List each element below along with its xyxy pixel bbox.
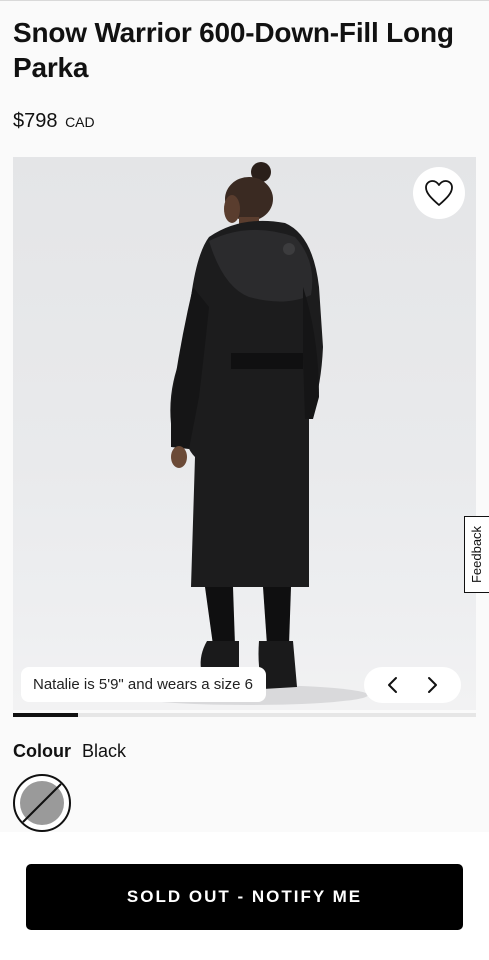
heart-icon xyxy=(425,180,453,206)
product-photo-model xyxy=(128,162,368,705)
selected-colour-value: Black xyxy=(82,741,127,761)
gallery-progress-track xyxy=(13,713,476,717)
model-size-caption: Natalie is 5'9" and wears a size 6 xyxy=(21,667,266,702)
top-divider xyxy=(0,0,489,1)
gallery-nav xyxy=(364,667,461,703)
product-title: Snow Warrior 600-Down-Fill Long Parka xyxy=(13,17,454,83)
notify-me-button[interactable]: SOLD OUT - NOTIFY ME xyxy=(26,864,463,930)
product-image-gallery[interactable]: Natalie is 5'9" and wears a size 6 xyxy=(13,157,476,710)
colour-label: Colour xyxy=(13,741,71,761)
colour-selector-label: Colour Black xyxy=(13,741,126,762)
feedback-label: Feedback xyxy=(469,525,485,584)
chevron-right-icon xyxy=(427,677,437,693)
prev-image-button[interactable] xyxy=(381,673,405,697)
feedback-tab[interactable]: Feedback xyxy=(464,516,489,593)
chevron-left-icon xyxy=(388,677,398,693)
wishlist-button[interactable] xyxy=(413,167,465,219)
gallery-progress-indicator xyxy=(13,713,78,717)
product-price: $798 CAD xyxy=(13,110,95,133)
next-image-button[interactable] xyxy=(420,673,444,697)
price-amount: $798 xyxy=(13,110,58,132)
unavailable-swatch-icon xyxy=(20,781,64,825)
colour-swatch-black[interactable] xyxy=(13,774,71,832)
price-currency: CAD xyxy=(65,114,95,130)
bottom-action-bar: SOLD OUT - NOTIFY ME xyxy=(0,832,489,960)
